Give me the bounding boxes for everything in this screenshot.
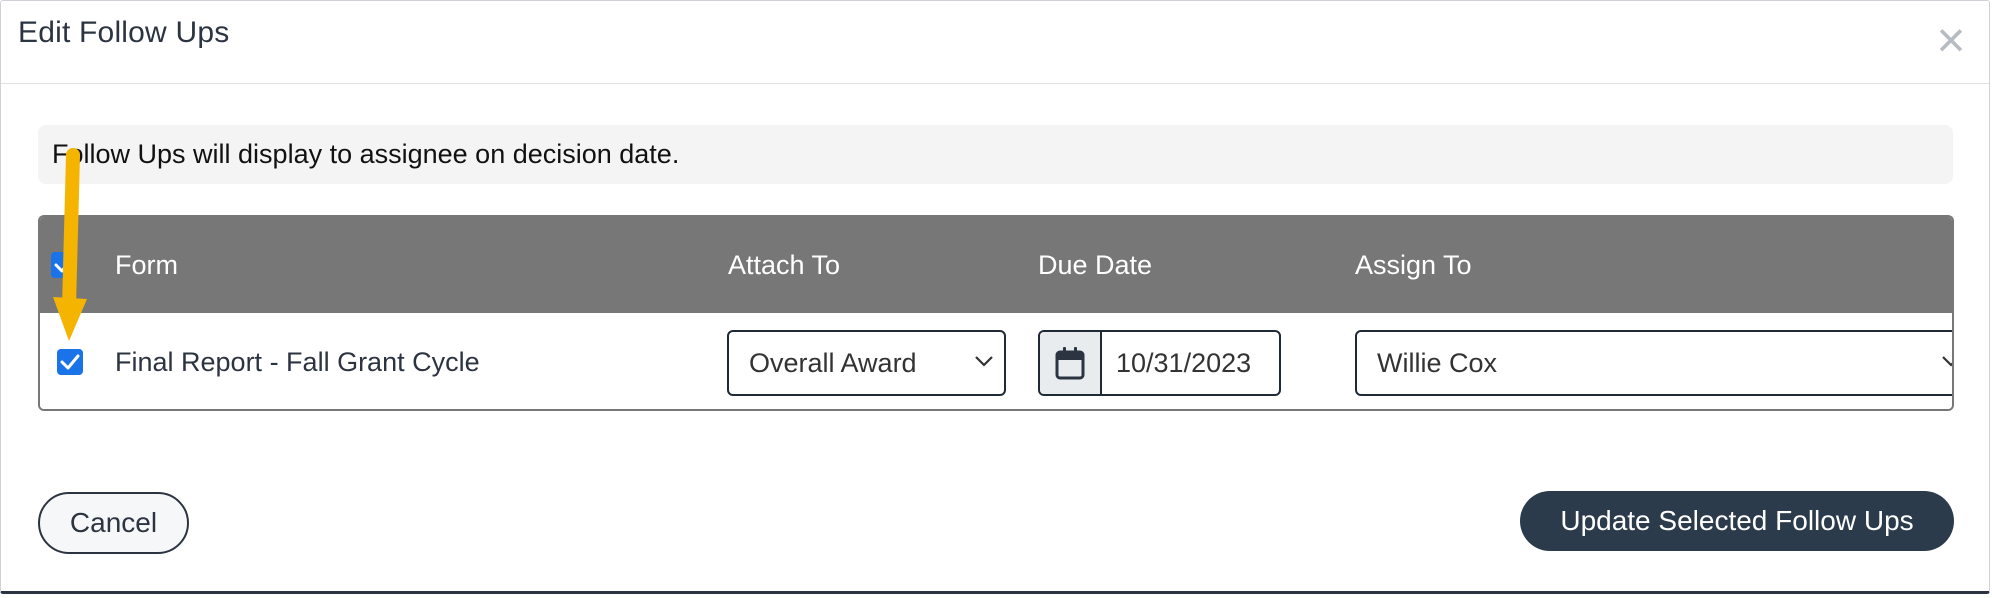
cancel-button[interactable]: Cancel xyxy=(38,492,189,554)
column-header-form: Form xyxy=(115,250,178,280)
form-name: Final Report - Fall Grant Cycle xyxy=(115,347,480,377)
follow-ups-table: Form Attach To Due Date Assign To Final … xyxy=(38,215,1954,411)
calendar-icon xyxy=(1055,347,1085,380)
edit-follow-ups-modal: Edit Follow Ups × Follow Ups will displa… xyxy=(0,0,1990,594)
check-icon xyxy=(54,257,74,273)
attach-to-value: Overall Award xyxy=(749,348,917,378)
chevron-down-icon xyxy=(1942,356,1952,367)
chevron-down-icon xyxy=(975,356,993,367)
assign-to-select[interactable]: Willie Cox xyxy=(1355,330,1952,396)
update-selected-follow-ups-button[interactable]: Update Selected Follow Ups xyxy=(1520,491,1954,551)
info-message: Follow Ups will display to assignee on d… xyxy=(38,125,1953,184)
column-header-attach-to: Attach To xyxy=(728,250,841,280)
column-header-due-date: Due Date xyxy=(1038,250,1153,280)
close-icon[interactable]: × xyxy=(1931,15,1971,65)
due-date-field[interactable]: 10/31/2023 xyxy=(1038,330,1281,396)
column-header-assign-to: Assign To xyxy=(1355,250,1472,280)
table-header: Form Attach To Due Date Assign To xyxy=(40,217,1952,313)
assign-to-value: Willie Cox xyxy=(1377,348,1498,378)
row-checkbox[interactable] xyxy=(57,349,83,375)
check-icon xyxy=(60,354,80,370)
attach-to-select[interactable]: Overall Award xyxy=(727,330,1006,396)
modal-title: Edit Follow Ups xyxy=(18,16,230,49)
calendar-button[interactable] xyxy=(1040,332,1102,394)
select-all-checkbox[interactable] xyxy=(51,252,77,278)
table-row: Final Report - Fall Grant Cycle Overall … xyxy=(40,313,1952,409)
modal-header: Edit Follow Ups × xyxy=(1,1,1989,84)
due-date-value: 10/31/2023 xyxy=(1116,348,1252,378)
